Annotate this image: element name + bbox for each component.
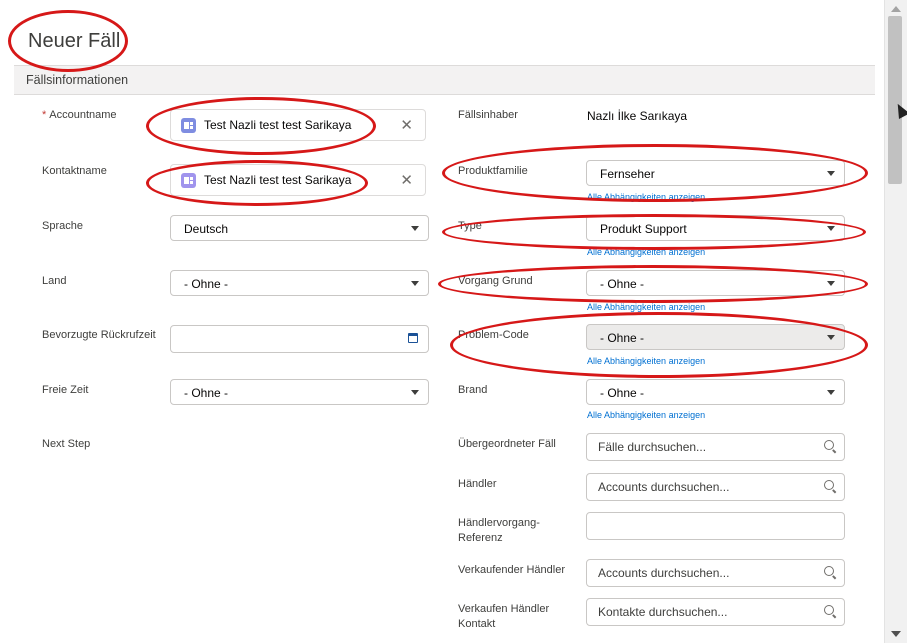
type-label: Type (458, 220, 482, 232)
haendlerref-label: Händlervorgang-Referenz (458, 517, 540, 544)
problem-select[interactable]: - Ohne - (586, 324, 845, 350)
search-icon (824, 566, 834, 576)
vorgang-select[interactable]: - Ohne - (586, 270, 845, 296)
calendar-icon[interactable] (408, 333, 418, 343)
uebergeordnet-placeholder: Fälle durchsuchen... (598, 440, 707, 454)
inhaber-label: Fällsinhaber (458, 109, 518, 121)
land-label: Land (42, 275, 67, 287)
chevron-down-icon (411, 390, 419, 395)
verkaufend-placeholder: Accounts durchsuchen... (598, 566, 730, 580)
chevron-down-icon (411, 226, 419, 231)
haendler-search[interactable]: Accounts durchsuchen... (586, 473, 845, 501)
verkaufenkontakt-search[interactable]: Kontakte durchsuchen... (586, 598, 845, 626)
land-value: - Ohne - (184, 277, 229, 291)
nextstep-label: Next Step (42, 438, 91, 450)
search-icon (824, 480, 834, 490)
rueckruf-label: Bevorzugte Rückrufzeit (42, 329, 156, 341)
uebergeordnet-label: Übergeordneter Fäll (458, 438, 556, 450)
scroll-thumb[interactable] (888, 16, 902, 184)
produktfamilie-dependencies-link[interactable]: Alle Abhängigkeiten anzeigen (587, 192, 705, 202)
problem-value: - Ohne - (600, 331, 645, 345)
kontaktname-field[interactable]: Test Nazli test test Sarikaya ✕ (170, 164, 426, 196)
chevron-down-icon (827, 335, 835, 340)
chevron-down-icon (827, 171, 835, 176)
contact-icon (181, 173, 196, 188)
chevron-down-icon (827, 226, 835, 231)
chevron-down-icon (827, 390, 835, 395)
chevron-down-icon (411, 281, 419, 286)
accountname-value: Test Nazli test test Sarikaya (204, 118, 352, 132)
required-marker: * (42, 109, 47, 121)
vertical-scrollbar[interactable] (884, 0, 907, 643)
vorgang-dependencies-link[interactable]: Alle Abhängigkeiten anzeigen (587, 302, 705, 312)
sprache-select[interactable]: Deutsch (170, 215, 429, 241)
clear-icon[interactable]: ✕ (400, 116, 413, 134)
inhaber-value: Nazlı İlke Sarıkaya (587, 109, 688, 123)
sprache-value: Deutsch (184, 222, 229, 236)
brand-value: - Ohne - (600, 386, 645, 400)
land-select[interactable]: - Ohne - (170, 270, 429, 296)
accountname-label: * Accountname (42, 108, 117, 123)
freiezeit-value: - Ohne - (184, 386, 229, 400)
search-icon (824, 605, 834, 615)
type-select[interactable]: Produkt Support (586, 215, 845, 241)
freiezeit-label: Freie Zeit (42, 384, 89, 396)
chevron-down-icon (827, 281, 835, 286)
section-title: Fällsinformationen (26, 73, 129, 87)
verkaufend-label: Verkaufender Händler (458, 564, 566, 576)
produktfamilie-value: Fernseher (600, 167, 655, 181)
kontaktname-label: Kontaktname (42, 165, 107, 177)
page-title: Neuer Fäll (28, 30, 121, 52)
rueckruf-datetime[interactable] (170, 325, 429, 353)
verkaufend-search[interactable]: Accounts durchsuchen... (586, 559, 845, 587)
produktfamilie-select[interactable]: Fernseher (586, 160, 845, 186)
scroll-down-icon[interactable] (891, 631, 901, 637)
haendler-label: Händler (458, 478, 497, 490)
haendlerref-input[interactable] (586, 512, 845, 540)
type-dependencies-link[interactable]: Alle Abhängigkeiten anzeigen (587, 247, 705, 257)
vorgang-label: Vorgang Grund (458, 275, 533, 287)
sprache-label: Sprache (42, 220, 83, 232)
type-value: Produkt Support (600, 222, 687, 236)
account-icon (181, 118, 196, 133)
problem-dependencies-link[interactable]: Alle Abhängigkeiten anzeigen (587, 356, 705, 366)
section-header: Fällsinformationen (14, 65, 875, 95)
verkaufenkontakt-placeholder: Kontakte durchsuchen... (598, 605, 728, 619)
brand-label: Brand (458, 384, 488, 396)
scroll-up-icon[interactable] (891, 6, 901, 12)
search-icon (824, 440, 834, 450)
accountname-field[interactable]: Test Nazli test test Sarikaya ✕ (170, 109, 426, 141)
verkaufenkontakt-label: Verkaufen Händler Kontakt (458, 603, 550, 630)
vorgang-value: - Ohne - (600, 277, 645, 291)
produktfamilie-label: Produktfamilie (458, 165, 528, 177)
kontaktname-value: Test Nazli test test Sarikaya (204, 173, 352, 187)
clear-icon[interactable]: ✕ (400, 171, 413, 189)
case-form: Neuer Fäll Fällsinformationen * Accountna… (0, 0, 885, 643)
brand-dependencies-link[interactable]: Alle Abhängigkeiten anzeigen (587, 410, 705, 420)
freiezeit-select[interactable]: - Ohne - (170, 379, 429, 405)
uebergeordnet-search[interactable]: Fälle durchsuchen... (586, 433, 845, 461)
brand-select[interactable]: - Ohne - (586, 379, 845, 405)
haendler-placeholder: Accounts durchsuchen... (598, 480, 730, 494)
problem-label: Problem-Code (458, 329, 529, 341)
accountname-label-text: Accountname (49, 109, 117, 121)
